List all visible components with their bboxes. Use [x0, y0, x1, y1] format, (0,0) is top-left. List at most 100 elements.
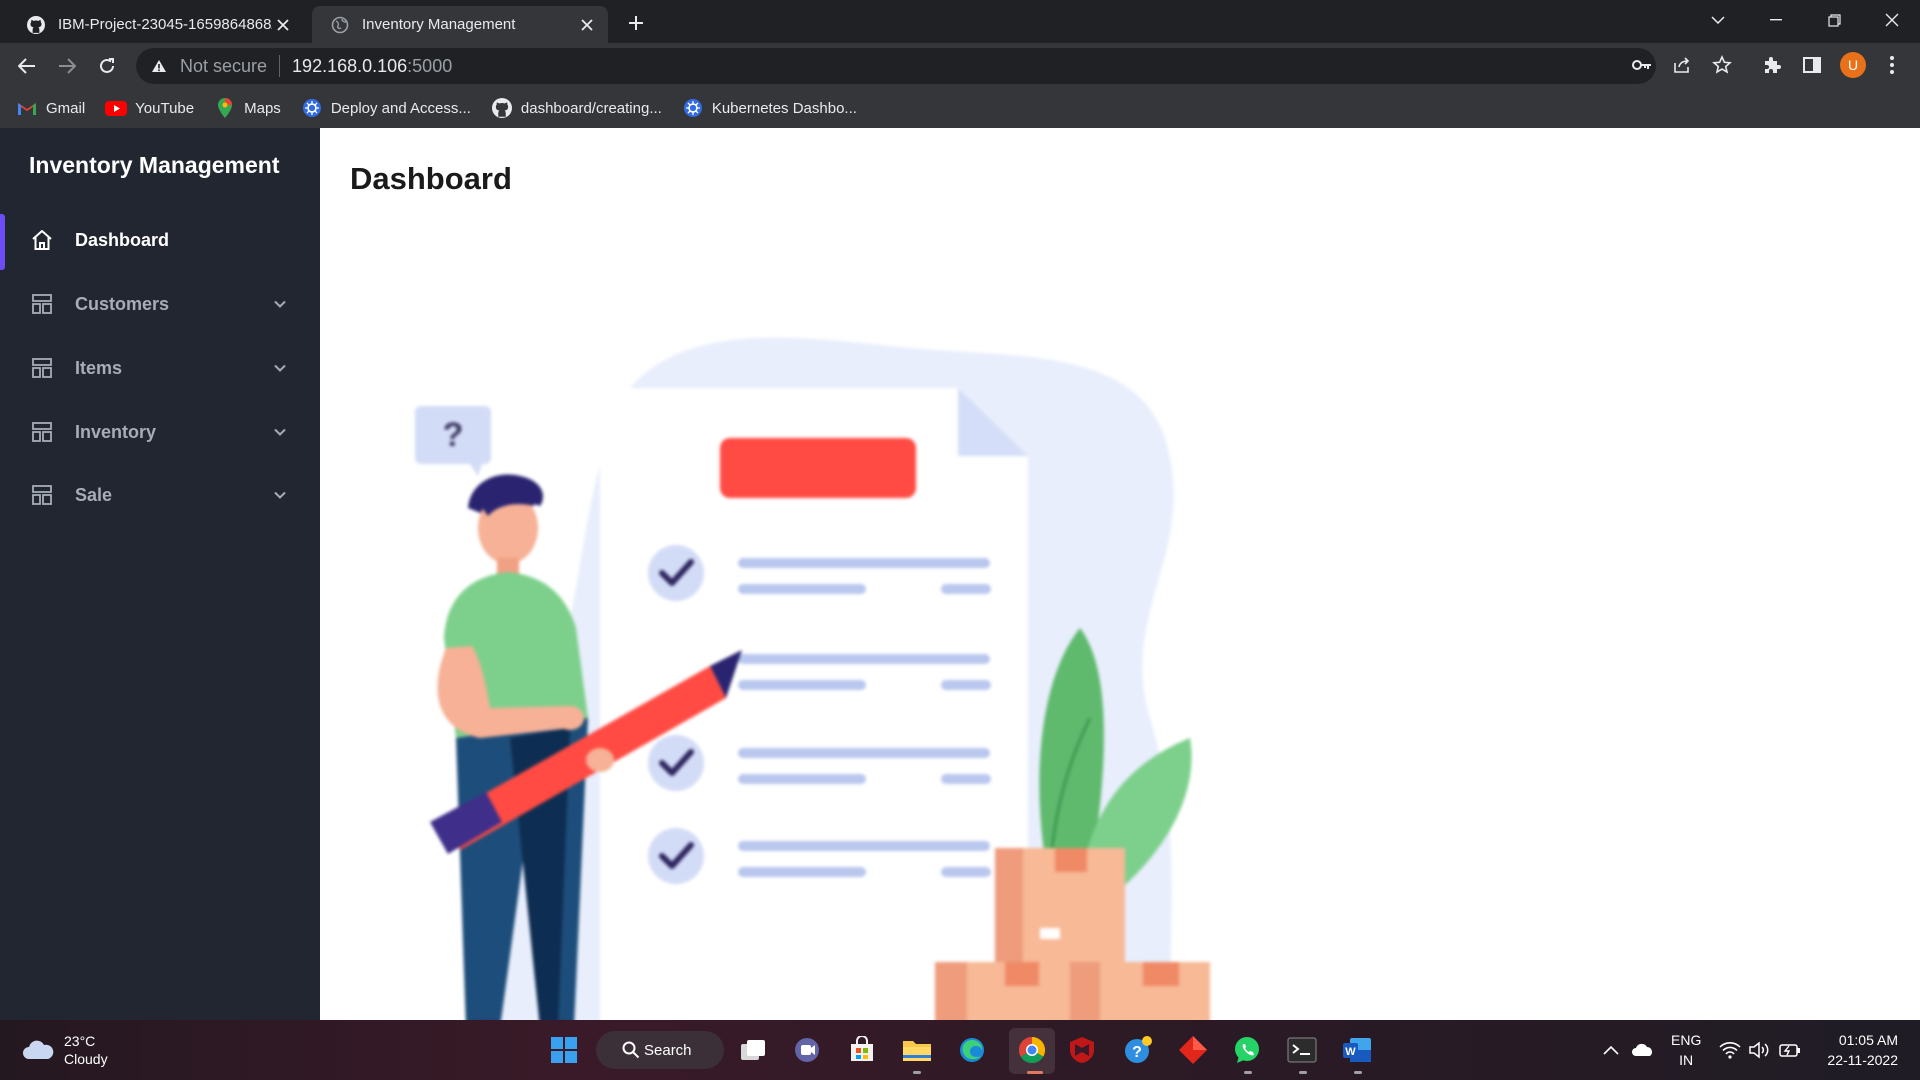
- maps-icon: [214, 97, 236, 119]
- sidebar-item-inventory[interactable]: Inventory: [0, 402, 320, 462]
- tab-github-project[interactable]: IBM-Project-23045-1659864868/: [8, 6, 304, 43]
- language-line1: ENG: [1671, 1032, 1702, 1048]
- sidebar-item-label: Items: [75, 357, 123, 378]
- address-separator: [279, 55, 281, 77]
- bookmark-deploy-and-access[interactable]: Deploy and Access...: [301, 97, 471, 119]
- reload-icon[interactable]: [91, 50, 123, 82]
- file-explorer-icon[interactable]: [899, 1032, 935, 1068]
- battery-icon[interactable]: [1772, 1032, 1808, 1068]
- chevron-up-icon[interactable]: [1593, 1032, 1629, 1068]
- sidebar-item-sale[interactable]: Sale: [0, 465, 320, 525]
- globe-icon: [330, 15, 350, 35]
- tab-title: IBM-Project-23045-1659864868/: [58, 16, 272, 33]
- sidebar-item-label: Dashboard: [75, 229, 170, 250]
- bookmark-label: Deploy and Access...: [330, 99, 471, 117]
- bookmark-maps[interactable]: Maps: [214, 97, 281, 119]
- warning-triangle-icon[interactable]: [148, 59, 170, 73]
- main-content: Dashboard ?: [320, 128, 1920, 1077]
- running-indicator: [1354, 1071, 1362, 1074]
- extensions-puzzle-icon[interactable]: [1758, 51, 1786, 79]
- bookmark-kubernetes-dashboard[interactable]: Kubernetes Dashbo...: [682, 97, 857, 119]
- tab-title: Inventory Management: [362, 16, 516, 33]
- browser-tab-strip: IBM-Project-23045-1659864868/ Inventory …: [0, 0, 1920, 43]
- app-brand-title[interactable]: Inventory Management: [29, 152, 280, 179]
- bookmark-gmail[interactable]: Gmail: [16, 97, 85, 119]
- new-tab-button[interactable]: [622, 9, 650, 37]
- url-port: :5000: [407, 55, 453, 76]
- layout-icon: [30, 292, 54, 316]
- forward-arrow-icon[interactable]: [51, 50, 83, 82]
- cloud-icon: [20, 1032, 56, 1068]
- word-icon[interactable]: W: [1339, 1032, 1375, 1068]
- minimize-window-icon[interactable]: [1748, 0, 1804, 40]
- windows-start-icon[interactable]: [546, 1032, 582, 1068]
- svg-text:W: W: [1345, 1046, 1356, 1058]
- sidebar-item-label: Sale: [75, 484, 113, 505]
- layout-icon: [30, 483, 54, 507]
- onedrive-cloud-icon[interactable]: [1625, 1032, 1661, 1068]
- back-arrow-icon[interactable]: [11, 50, 43, 82]
- app-sidebar: Inventory Management Dashboard Customers…: [0, 128, 320, 1020]
- teams-chat-icon[interactable]: [789, 1032, 825, 1068]
- bookmarks-bar: Gmail YouTube Maps Deploy and Access... …: [0, 88, 1920, 128]
- page-title: Dashboard: [350, 161, 512, 196]
- app-diamond-icon[interactable]: [1175, 1032, 1211, 1068]
- side-panel-icon[interactable]: [1798, 51, 1826, 79]
- system-clock[interactable]: 01:05 AM 22-11-2022: [1827, 1030, 1898, 1070]
- tab-search-chevron-icon[interactable]: [1690, 0, 1746, 40]
- edge-browser-icon[interactable]: [954, 1032, 990, 1068]
- weather-widget[interactable]: 23°C Cloudy: [20, 1032, 108, 1068]
- tab-inventory-management[interactable]: Inventory Management: [312, 6, 608, 43]
- gmail-icon: [16, 97, 38, 119]
- sidebar-item-dashboard[interactable]: Dashboard: [0, 210, 320, 270]
- taskbar-search-button[interactable]: Search: [596, 1031, 724, 1069]
- close-tab-icon[interactable]: [576, 14, 598, 36]
- clock-time: 01:05 AM: [1838, 1032, 1898, 1048]
- mcafee-icon[interactable]: [1064, 1032, 1100, 1068]
- restore-window-icon[interactable]: [1806, 0, 1862, 40]
- youtube-icon: [105, 97, 128, 119]
- task-view-icon[interactable]: [735, 1032, 771, 1068]
- profile-avatar[interactable]: U: [1840, 52, 1866, 78]
- running-indicator: [913, 1071, 921, 1074]
- terminal-icon[interactable]: [1284, 1032, 1320, 1068]
- checklist-illustration: ?: [415, 337, 1210, 1077]
- sidebar-item-label: Customers: [75, 293, 170, 314]
- get-help-icon[interactable]: ?: [1120, 1032, 1156, 1068]
- bookmark-label: YouTube: [135, 99, 195, 117]
- weather-condition: Cloudy: [64, 1051, 108, 1067]
- sidebar-item-customers[interactable]: Customers: [0, 274, 320, 334]
- bookmark-dashboard-creating[interactable]: dashboard/creating...: [491, 97, 662, 119]
- chrome-icon[interactable]: [1014, 1032, 1050, 1068]
- running-indicator: [1244, 1071, 1252, 1074]
- microsoft-store-icon[interactable]: [844, 1032, 880, 1068]
- kubernetes-icon: [301, 97, 323, 119]
- clock-date: 22-11-2022: [1827, 1052, 1898, 1068]
- bookmark-star-icon[interactable]: [1708, 51, 1736, 79]
- bookmark-label: Gmail: [46, 99, 86, 117]
- address-bar[interactable]: Not secure 192.168.0.106:5000: [136, 48, 1656, 84]
- security-status-label[interactable]: Not secure: [180, 56, 267, 77]
- search-icon: [622, 1041, 640, 1063]
- browser-menu-icon[interactable]: [1878, 51, 1906, 79]
- bookmark-label: Kubernetes Dashbo...: [711, 99, 857, 117]
- close-tab-icon[interactable]: [272, 14, 294, 36]
- bookmark-label: dashboard/creating...: [520, 99, 662, 117]
- url-host: 192.168.0.106: [292, 55, 408, 76]
- share-icon[interactable]: [1668, 51, 1696, 79]
- chevron-down-icon[interactable]: [270, 422, 290, 442]
- chevron-down-icon[interactable]: [270, 485, 290, 505]
- sidebar-item-items[interactable]: Items: [0, 338, 320, 398]
- running-indicator: [1299, 1071, 1307, 1074]
- chevron-down-icon[interactable]: [270, 358, 290, 378]
- bookmark-label: Maps: [244, 99, 281, 117]
- layout-icon: [30, 420, 54, 444]
- password-key-icon[interactable]: [1628, 51, 1656, 79]
- bookmark-youtube[interactable]: YouTube: [105, 97, 194, 119]
- language-indicator[interactable]: ENG IN: [1671, 1030, 1701, 1070]
- whatsapp-icon[interactable]: [1229, 1032, 1265, 1068]
- home-icon: [30, 228, 54, 252]
- close-window-icon[interactable]: [1864, 0, 1920, 40]
- chevron-down-icon[interactable]: [270, 294, 290, 314]
- search-label: Search: [644, 1041, 692, 1059]
